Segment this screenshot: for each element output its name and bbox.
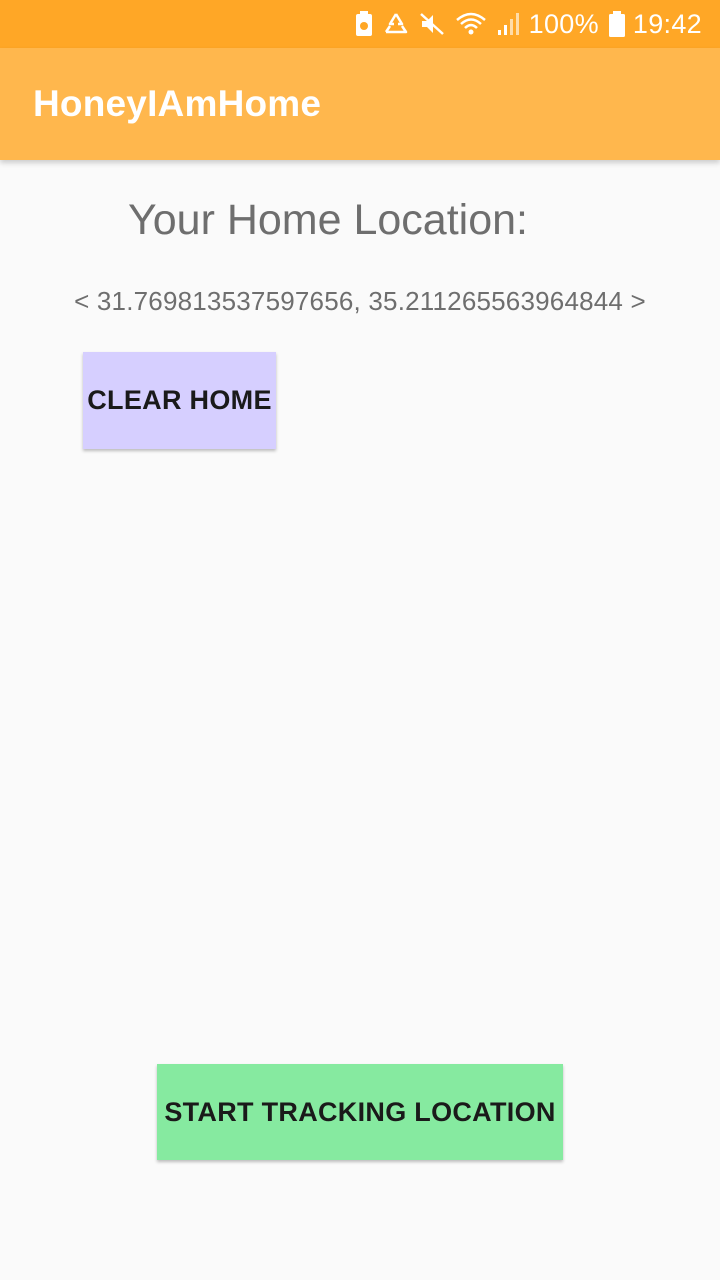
status-bar: 100% 19:42 [0,0,720,48]
mute-icon [419,10,445,38]
battery-saver-icon [355,10,373,38]
app-bar: HoneyIAmHome [0,48,720,160]
signal-icon [497,10,521,38]
app-title: HoneyIAmHome [33,83,322,124]
start-tracking-button[interactable]: START TRACKING LOCATION [157,1064,563,1160]
battery-icon [608,10,625,38]
home-coordinates: < 31.769813537597656, 35.211265563964844… [74,286,646,316]
recycle-icon [383,10,409,38]
clock: 19:42 [632,8,702,39]
screen: 100% 19:42 HoneyIAmHome Your Home Locati… [0,0,720,1280]
battery-percent: 100% [528,8,599,39]
wifi-icon [455,10,487,38]
home-location-heading: Your Home Location: [128,196,528,244]
clear-home-button[interactable]: CLEAR HOME [83,352,276,449]
